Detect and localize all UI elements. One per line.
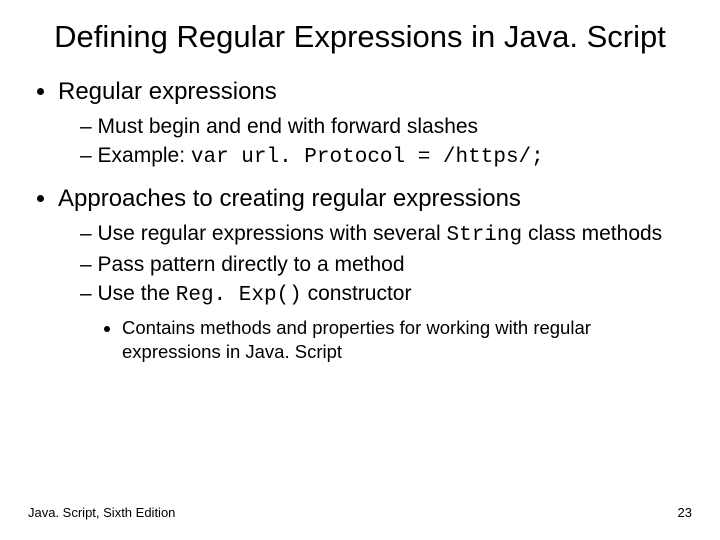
bullet-level2: Use the Reg. Exp() constructor Contains … <box>80 280 692 363</box>
page-number: 23 <box>678 505 692 520</box>
bullet-level3: Contains methods and properties for work… <box>122 316 692 364</box>
bullet-text: constructor <box>302 282 412 305</box>
bullet-level2: Use regular expressions with several Str… <box>80 220 692 249</box>
bullet-text: class methods <box>522 222 662 245</box>
slide: Defining Regular Expressions in Java. Sc… <box>0 0 720 540</box>
sub-sub-list: Contains methods and properties for work… <box>80 316 692 364</box>
bullet-text: Use the <box>98 282 176 305</box>
bullet-text: Example: <box>98 144 191 167</box>
bullet-text: Pass pattern directly to a method <box>98 253 405 276</box>
bullet-text: Contains methods and properties for work… <box>122 317 591 362</box>
bullet-level1: Approaches to creating regular expressio… <box>58 184 692 364</box>
code-text: Reg. Exp() <box>176 284 302 307</box>
bullet-text: Regular expressions <box>58 78 277 105</box>
bullet-level2: Example: var url. Protocol = /https/; <box>80 142 692 171</box>
bullet-level1: Regular expressions Must begin and end w… <box>58 77 692 172</box>
bullet-level2: Pass pattern directly to a method <box>80 251 692 278</box>
bullet-text: Approaches to creating regular expressio… <box>58 185 521 212</box>
bullet-text: Must begin and end with forward slashes <box>98 115 479 138</box>
code-text: var url. Protocol = /https/; <box>191 146 544 169</box>
sub-list: Use regular expressions with several Str… <box>58 220 692 364</box>
code-text: String <box>447 224 523 247</box>
bullet-list: Regular expressions Must begin and end w… <box>28 77 692 364</box>
bullet-text: Use regular expressions with several <box>98 222 447 245</box>
slide-title: Defining Regular Expressions in Java. Sc… <box>28 18 692 55</box>
footer-left: Java. Script, Sixth Edition <box>28 505 175 520</box>
sub-list: Must begin and end with forward slashes … <box>58 113 692 172</box>
bullet-level2: Must begin and end with forward slashes <box>80 113 692 140</box>
